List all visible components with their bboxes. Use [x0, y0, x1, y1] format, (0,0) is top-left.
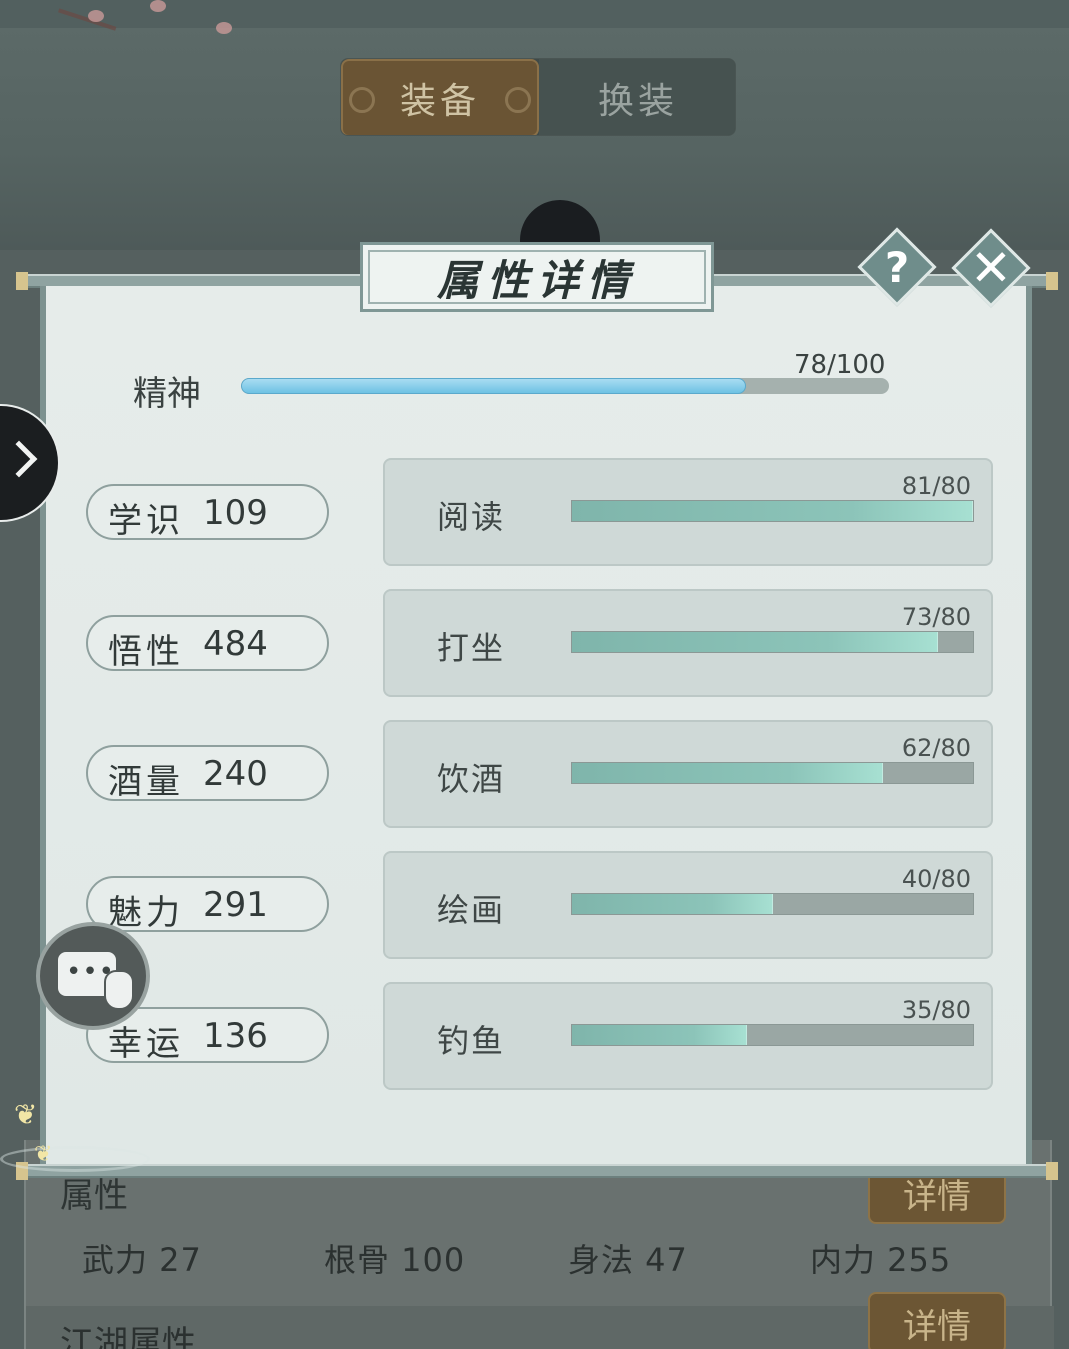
attribute-value: 484 [203, 624, 268, 664]
tab-equipment-label: 装备 [399, 81, 480, 122]
skill-name: 阅读 [437, 498, 506, 536]
mist-swirl-decoration [0, 1146, 150, 1172]
butterfly-icon: ❦ [14, 1098, 38, 1131]
skill-progress-fill [572, 763, 883, 783]
attribute-name: 学识 [108, 501, 184, 541]
petal-decoration [88, 10, 104, 22]
modal-title-plate: 属性详情 [360, 242, 714, 312]
attribute-value: 109 [203, 493, 268, 533]
attribute-name: 悟性 [108, 632, 184, 672]
jianghu-detail-button[interactable]: 详情 [868, 1292, 1006, 1349]
skill-name: 饮酒 [437, 760, 506, 798]
petal-decoration [150, 0, 166, 12]
attribute-drink-capacity: 酒量 240 [86, 745, 329, 802]
skill-value: 40/80 [901, 865, 971, 893]
skill-fishing: 钓鱼 35/80 [383, 982, 993, 1090]
tab-outfit-label: 换装 [597, 81, 678, 122]
base-stats-row: 武力 27 根骨 100 身法 47 内力 255 [26, 1235, 1054, 1285]
skill-name: 钓鱼 [437, 1022, 506, 1060]
rod-cap [1046, 272, 1058, 290]
skill-name: 打坐 [437, 629, 506, 667]
skill-value: 35/80 [901, 996, 971, 1024]
tab-outfit[interactable]: 换装 [539, 59, 735, 135]
close-icon[interactable]: ✕ [963, 239, 1019, 297]
modal-title: 属性详情 [436, 255, 637, 305]
skill-progress-bar [571, 893, 974, 915]
rod-cap [1046, 1162, 1058, 1180]
attribute-value: 291 [203, 885, 268, 925]
equipment-tab-bar: 装备 换装 [340, 58, 736, 136]
attribute-name: 魅力 [108, 893, 184, 933]
modal-bottom-rod [18, 1164, 1054, 1178]
skill-value: 81/80 [901, 472, 971, 500]
stat-constitution: 根骨 100 [324, 1241, 466, 1279]
tab-equipment[interactable]: 装备 [341, 59, 539, 135]
spirit-progress-bar [241, 378, 889, 394]
skill-value: 62/80 [901, 734, 971, 762]
skill-painting: 绘画 40/80 [383, 851, 993, 959]
skill-progress-bar [571, 762, 974, 784]
detail-button-label: 详情 [903, 1306, 971, 1347]
section-title-jianghu: 江湖属性 [60, 1324, 196, 1349]
petal-decoration [216, 22, 232, 34]
skill-progress-bar [571, 1024, 974, 1046]
skill-progress-fill [572, 894, 773, 914]
stat-inner-power: 内力 255 [810, 1241, 952, 1279]
skill-progress-fill [572, 1025, 748, 1045]
skill-value: 73/80 [901, 603, 971, 631]
rod-cap [16, 272, 28, 290]
attribute-charm: 魅力 291 [86, 876, 329, 933]
skill-progress-fill [572, 501, 973, 521]
skill-drinking: 饮酒 62/80 [383, 720, 993, 828]
ornament-icon [349, 87, 375, 113]
skill-name: 绘画 [437, 891, 506, 929]
skill-progress-fill [572, 632, 938, 652]
attribute-insight: 悟性 484 [86, 615, 329, 672]
stat-strength: 武力 27 [82, 1241, 202, 1279]
butterfly-icon: ❦ [34, 1142, 53, 1167]
chevron-right-icon [0, 440, 38, 478]
attribute-value: 136 [203, 1016, 268, 1056]
chat-button[interactable]: ••• [36, 922, 150, 1030]
skill-progress-bar [571, 631, 974, 653]
spirit-progress-fill [241, 378, 747, 394]
spirit-value: 78/100 [794, 350, 886, 380]
skill-progress-bar [571, 500, 974, 522]
ornament-icon [505, 87, 531, 113]
question-icon[interactable]: ? [869, 239, 925, 295]
stat-agility: 身法 47 [568, 1241, 688, 1279]
spirit-label: 精神 [133, 374, 201, 414]
skill-meditation: 打坐 73/80 [383, 589, 993, 697]
wine-jar-icon [104, 970, 134, 1010]
attribute-knowledge: 学识 109 [86, 484, 329, 541]
jianghu-attributes-header: 江湖属性 详情 [26, 1292, 1054, 1349]
attribute-name: 酒量 [108, 762, 184, 802]
skill-reading: 阅读 81/80 [383, 458, 993, 566]
attribute-value: 240 [203, 754, 268, 794]
